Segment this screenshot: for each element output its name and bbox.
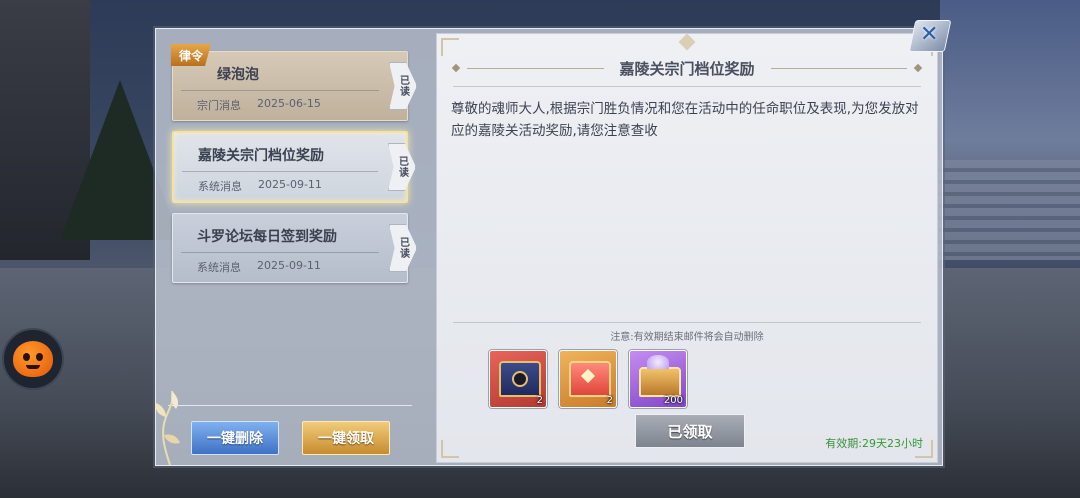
mail-title: 斗罗论坛每日签到奖励 (197, 229, 337, 245)
corner-decoration (441, 38, 459, 56)
read-status-tab: 已读 (389, 62, 417, 110)
red-chest-icon (569, 361, 611, 397)
crystal-chest-icon (639, 355, 681, 397)
title-line (467, 67, 604, 69)
divider (181, 90, 379, 91)
mail-list: 律令 绿泡泡 宗门消息 2025-06-15 已读 嘉陵关宗门档位奖励 系统消息… (171, 44, 417, 293)
dark-chest-icon (499, 361, 541, 397)
gem-ornament-icon (678, 33, 696, 51)
validity-label: 有效期: (825, 437, 862, 450)
claim-all-button[interactable]: 一键领取 (302, 421, 390, 455)
validity-value: 29天23小时 (862, 437, 923, 450)
reward-list: 2 2 200 (489, 350, 687, 408)
decree-tag-badge: 律令 (171, 44, 211, 66)
mail-window: 律令 绿泡泡 宗门消息 2025-06-15 已读 嘉陵关宗门档位奖励 系统消息… (155, 28, 943, 466)
reward-quantity: 2 (536, 395, 543, 406)
claimed-button[interactable]: 已领取 (635, 414, 745, 448)
reward-item[interactable]: 2 (489, 350, 547, 408)
divider (453, 86, 921, 87)
delete-all-button[interactable]: 一键删除 (191, 421, 279, 455)
read-status-label: 已读 (396, 156, 408, 178)
expiry-note: 注意:有效期结束邮件将会自动删除 (610, 332, 764, 343)
reward-item[interactable]: 200 (629, 350, 687, 408)
mail-category: 宗门消息 (197, 99, 241, 112)
mail-date: 2025-09-11 (258, 178, 322, 191)
read-status-tab: 已读 (388, 143, 416, 191)
read-status-label: 已读 (397, 237, 409, 259)
mail-list-panel: 律令 绿泡泡 宗门消息 2025-06-15 已读 嘉陵关宗门档位奖励 系统消息… (155, 37, 420, 466)
pumpkin-avatar-button[interactable] (2, 328, 64, 390)
divider (182, 171, 378, 172)
mail-heading-row: 嘉陵关宗门档位奖励 (451, 56, 923, 80)
mail-category: 系统消息 (197, 261, 241, 274)
reward-quantity: 2 (606, 395, 613, 406)
mail-date: 2025-09-11 (257, 259, 321, 272)
read-status-tab: 已读 (389, 224, 417, 272)
flower-ornament-icon (155, 390, 180, 466)
mail-item-selected[interactable]: 嘉陵关宗门档位奖励 系统消息 2025-09-11 已读 (172, 131, 416, 203)
mail-item[interactable]: 律令 绿泡泡 宗门消息 2025-06-15 已读 (171, 44, 417, 121)
diamond-icon (913, 63, 923, 73)
mail-title: 嘉陵关宗门档位奖励 (198, 148, 324, 164)
mail-heading: 嘉陵关宗门档位奖励 (619, 59, 755, 78)
divider (453, 322, 921, 323)
mail-date: 2025-06-15 (257, 97, 321, 110)
background-stairs (930, 160, 1080, 260)
mail-category: 系统消息 (198, 180, 242, 193)
validity-info: 有效期:29天23小时 (825, 435, 923, 451)
mail-item[interactable]: 斗罗论坛每日签到奖励 系统消息 2025-09-11 已读 (172, 213, 417, 283)
mail-body: 尊敬的魂师大人,根据宗门胜负情况和您在活动中的任命职位及表现,为您发放对应的嘉陵… (451, 101, 919, 139)
mail-detail-panel: 嘉陵关宗门档位奖励 尊敬的魂师大人,根据宗门胜负情况和您在活动中的任命职位及表现… (436, 33, 938, 463)
read-status-label: 已读 (397, 75, 409, 97)
title-line (770, 67, 908, 69)
close-icon: ✕ (920, 22, 939, 47)
corner-decoration (441, 440, 459, 458)
divider (168, 405, 412, 406)
pumpkin-icon (13, 341, 53, 377)
close-button[interactable]: ✕ (908, 16, 952, 56)
reward-item[interactable]: 2 (559, 350, 617, 408)
diamond-icon (451, 63, 461, 73)
mail-title: 绿泡泡 (217, 67, 259, 83)
divider (181, 252, 379, 253)
reward-quantity: 200 (663, 395, 683, 406)
